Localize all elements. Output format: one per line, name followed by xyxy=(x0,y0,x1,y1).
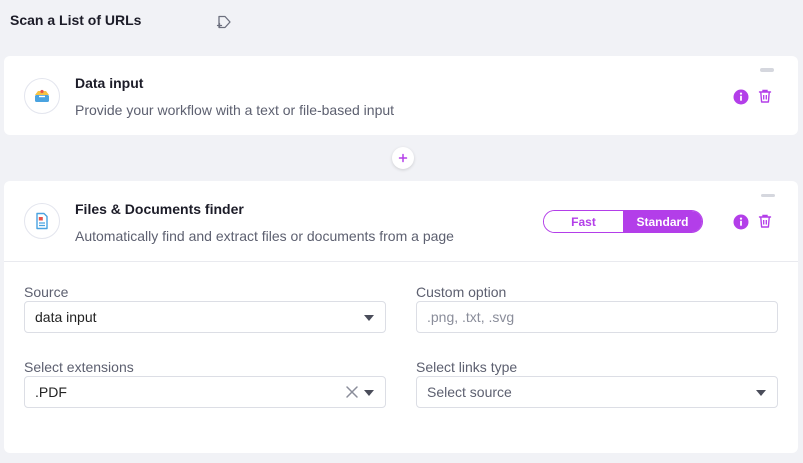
source-label: Source xyxy=(24,284,69,300)
step-card-data-input[interactable]: Data input Provide your workflow with a … xyxy=(4,56,798,135)
document-icon xyxy=(36,212,48,230)
extensions-select[interactable]: .PDF xyxy=(24,376,386,408)
source-value: data input xyxy=(35,309,97,325)
inbox-tray-icon xyxy=(35,89,49,102)
step-title: Data input xyxy=(75,75,144,91)
tag-plus-icon[interactable] xyxy=(216,14,232,30)
step-title: Files & Documents finder xyxy=(75,201,244,217)
custom-option-input[interactable] xyxy=(416,301,778,333)
links-type-select[interactable]: Select source xyxy=(416,376,778,408)
mode-option-standard[interactable]: Standard xyxy=(623,211,702,232)
step-description: Automatically find and extract files or … xyxy=(75,228,454,244)
custom-option-label: Custom option xyxy=(416,284,507,300)
source-select[interactable]: data input xyxy=(24,301,386,333)
mode-option-fast[interactable]: Fast xyxy=(544,211,623,232)
extensions-value: .PDF xyxy=(35,384,67,400)
plus-icon xyxy=(398,153,408,163)
info-icon[interactable] xyxy=(733,214,749,230)
links-type-placeholder: Select source xyxy=(427,384,512,400)
trash-icon[interactable] xyxy=(757,88,773,104)
info-icon[interactable] xyxy=(733,89,749,105)
step-icon xyxy=(24,78,60,114)
collapse-icon[interactable] xyxy=(760,68,774,72)
links-type-label: Select links type xyxy=(416,359,518,375)
chevron-down-icon[interactable] xyxy=(364,315,374,321)
step-description: Provide your workflow with a text or fil… xyxy=(75,102,395,118)
chevron-down-icon[interactable] xyxy=(364,390,374,396)
trash-icon[interactable] xyxy=(757,213,773,229)
top-bar: Scan a List of URLs xyxy=(0,0,803,44)
divider xyxy=(4,261,798,262)
chevron-down-icon[interactable] xyxy=(756,390,766,396)
mode-toggle[interactable]: Fast Standard xyxy=(543,210,703,233)
add-step-button[interactable] xyxy=(392,147,414,169)
workflow-title: Scan a List of URLs xyxy=(10,12,142,28)
clear-icon[interactable] xyxy=(345,385,359,399)
extensions-label: Select extensions xyxy=(24,359,134,375)
step-icon xyxy=(24,203,60,239)
collapse-icon[interactable] xyxy=(761,194,775,197)
